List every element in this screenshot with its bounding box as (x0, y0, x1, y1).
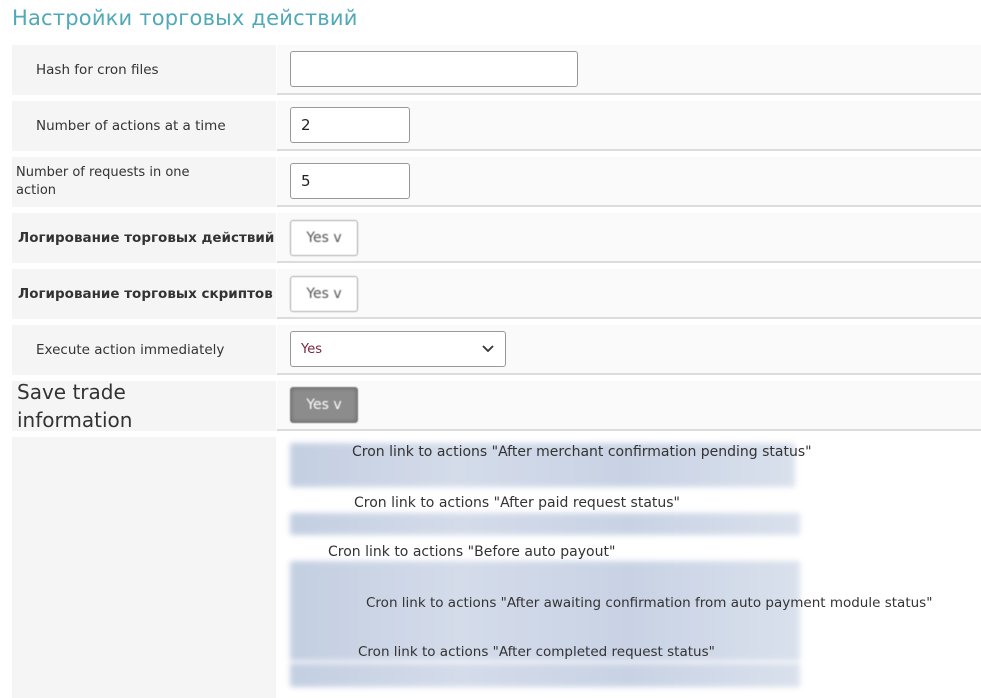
setting-row-execute-immediately: Execute action immediately Yes (12, 325, 981, 375)
chevron-down-icon (482, 345, 494, 353)
cron-link-label: Cron link to actions "After paid request… (354, 495, 680, 511)
setting-row-log-actions: Логирование торговых действий Yes v (12, 213, 981, 263)
requests-count-input[interactable]: 5 (290, 163, 410, 199)
setting-value-cell: Yes v (277, 213, 981, 263)
cron-link-label: Cron link to actions "After awaiting con… (366, 595, 933, 611)
setting-label: Логирование торговых скриптов (12, 269, 276, 319)
setting-label: Логирование торговых действий (12, 213, 276, 263)
hash-input[interactable] (290, 51, 578, 87)
setting-row-actions-at-time: Number of actions at a time 2 (12, 101, 981, 151)
setting-value-cell: Yes (277, 325, 981, 375)
setting-value-cell: 2 (277, 101, 981, 151)
cron-link-url-redacted (290, 513, 800, 535)
setting-label: Number of actions at a time (12, 101, 276, 151)
setting-value-cell: Yes v (277, 269, 981, 319)
log-scripts-toggle[interactable]: Yes v (290, 276, 358, 312)
setting-value-cell: 5 (277, 157, 981, 207)
setting-value-cell (277, 45, 981, 95)
setting-value-cell: Yes v (277, 381, 981, 431)
setting-row-hash: Hash for cron files (12, 45, 981, 95)
setting-row-save-trade-info: Save trade information Yes v (12, 380, 981, 432)
setting-label: Number of requests in one action (12, 157, 276, 207)
cron-link-url-redacted (290, 663, 800, 687)
actions-count-input[interactable]: 2 (290, 107, 410, 143)
cron-link-label: Cron link to actions "After completed re… (358, 644, 715, 660)
cron-link-label: Cron link to actions "Before auto payout… (328, 544, 616, 560)
select-value: Yes (301, 341, 322, 357)
execute-immediately-select[interactable]: Yes (290, 331, 506, 367)
cron-links-section: Cron link to actions "After merchant con… (276, 437, 981, 698)
cron-link-label: Cron link to actions "After merchant con… (352, 444, 812, 460)
setting-row-requests-per-action: Number of requests in one action 5 (12, 157, 981, 207)
setting-label: Execute action immediately (12, 325, 276, 375)
setting-label: Save trade information (12, 380, 276, 432)
cron-section-label-cell (12, 437, 276, 698)
save-trade-info-toggle[interactable]: Yes v (290, 387, 358, 423)
page-title: Настройки торговых действий (12, 6, 358, 30)
setting-label: Hash for cron files (12, 45, 276, 95)
setting-row-log-scripts: Логирование торговых скриптов Yes v (12, 269, 981, 319)
log-actions-toggle[interactable]: Yes v (290, 220, 358, 256)
